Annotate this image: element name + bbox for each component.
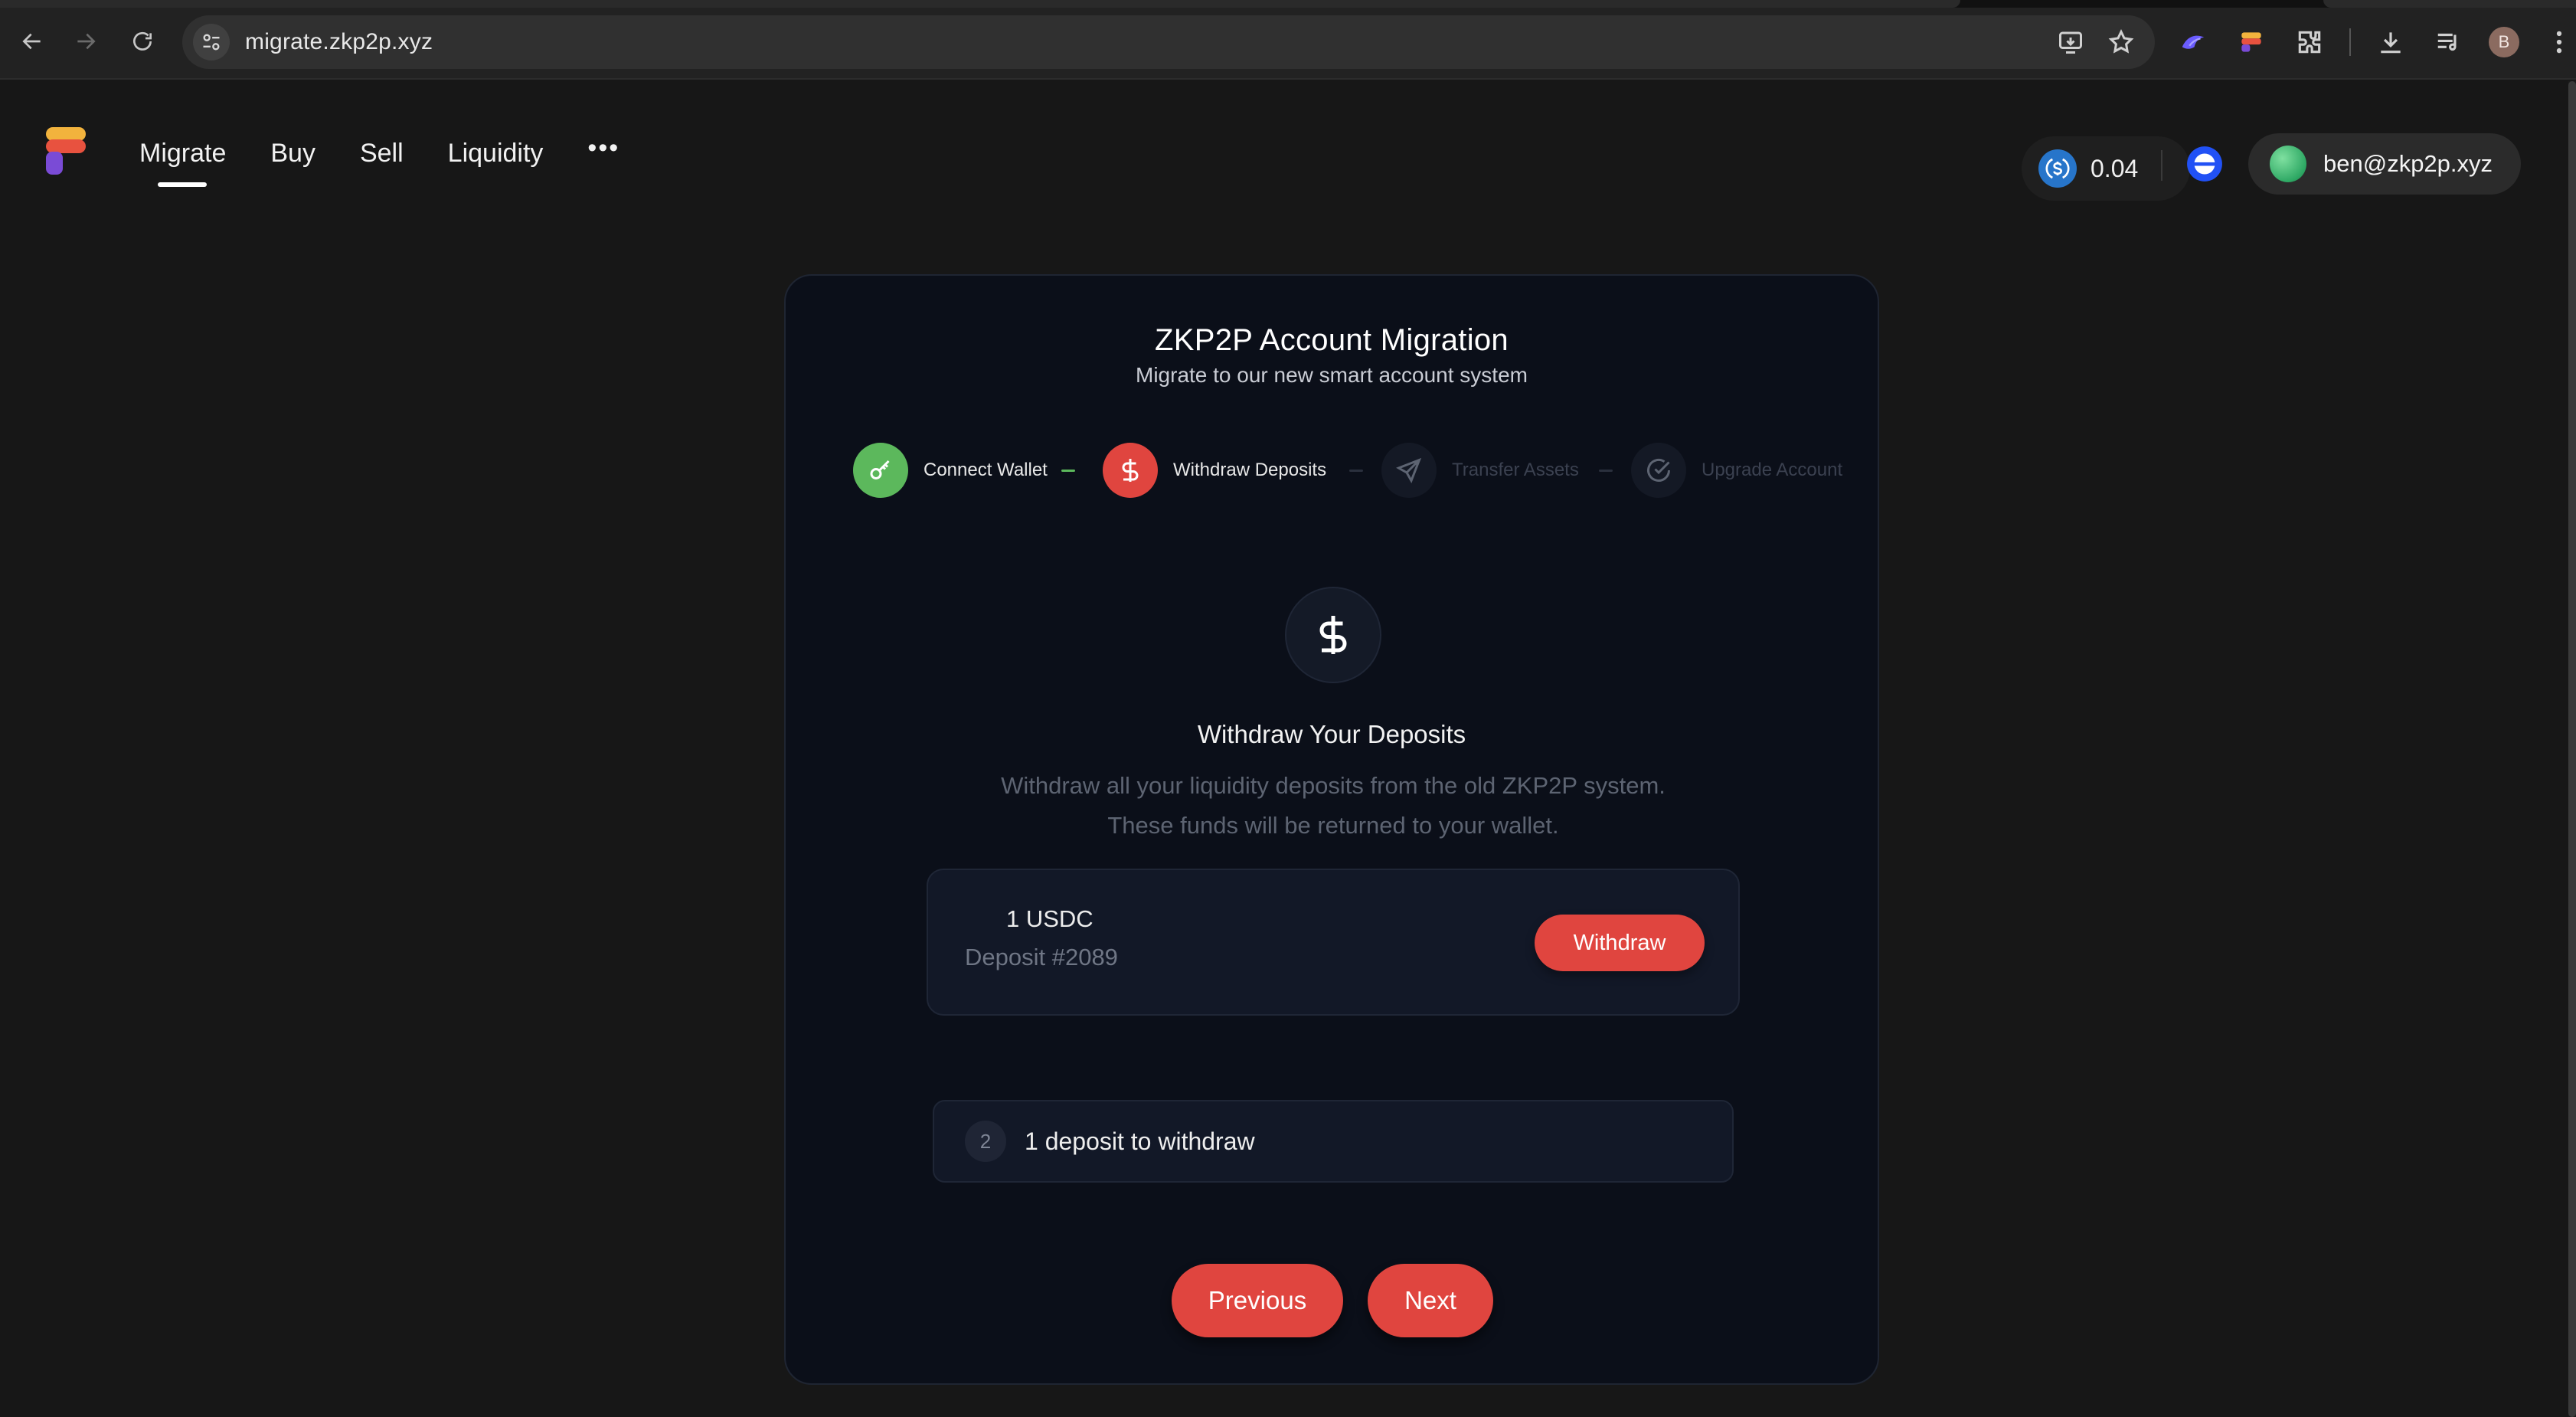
- step-transfer-assets: Transfer Assets: [1381, 443, 1579, 498]
- nav-sell[interactable]: Sell: [360, 133, 404, 173]
- more-menu-button[interactable]: •••: [587, 133, 619, 163]
- queue-music-icon: [2437, 33, 2457, 51]
- downloads-button[interactable]: [2372, 24, 2409, 61]
- back-button[interactable]: [11, 20, 54, 63]
- step-label: Transfer Assets: [1452, 460, 1579, 480]
- deposit-id: Deposit #2089: [965, 944, 1118, 970]
- usdc-icon: [2038, 149, 2077, 188]
- tune-icon: [203, 34, 220, 51]
- page-title: ZKP2P Account Migration: [1155, 323, 1509, 357]
- check-circle-icon: [1647, 459, 1670, 482]
- page-subtitle: Migrate to our new smart account system: [1136, 363, 1528, 387]
- base-network-icon[interactable]: [2185, 145, 2224, 183]
- active-tab[interactable]: [0, 0, 1960, 8]
- summary-number-badge: 2: [965, 1121, 1006, 1162]
- step-label: Upgrade Account: [1702, 460, 1843, 480]
- kebab-menu-icon: [2556, 31, 2562, 54]
- browser-chrome: migrate.zkp2p.xyz B: [0, 0, 2576, 80]
- section-description: Withdraw all your liquidity deposits fro…: [1001, 772, 1666, 839]
- main-nav: Migrate Buy Sell Liquidity •••: [139, 133, 619, 187]
- previous-button[interactable]: Previous: [1172, 1264, 1343, 1337]
- migration-card: ZKP2P Account Migration Migrate to our n…: [784, 274, 1879, 1385]
- send-icon: [1396, 457, 1422, 483]
- install-app-icon[interactable]: [2057, 28, 2084, 56]
- nav-migrate[interactable]: Migrate: [139, 133, 226, 187]
- deposit-amount: 1 USDC: [1006, 905, 1093, 932]
- profile-avatar[interactable]: B: [2489, 27, 2519, 57]
- url-text[interactable]: migrate.zkp2p.xyz: [245, 29, 433, 55]
- reload-button[interactable]: [121, 20, 164, 63]
- account-button[interactable]: ben@zkp2p.xyz: [2248, 133, 2521, 195]
- browser-menu-button[interactable]: [2541, 24, 2576, 61]
- next-button[interactable]: Next: [1368, 1264, 1493, 1337]
- step-upgrade-account: Upgrade Account: [1631, 443, 1842, 498]
- bird-extension-icon: [2182, 35, 2205, 49]
- balance-pill[interactable]: 0.04: [2022, 136, 2190, 201]
- step-connector: [1061, 470, 1075, 472]
- step-label: Withdraw Deposits: [1173, 460, 1327, 480]
- extension-zkp2p-button[interactable]: [2233, 24, 2270, 61]
- deposit-item: 1 USDC Deposit #2089 Withdraw: [927, 869, 1740, 1016]
- balance-value: 0.04: [2091, 154, 2139, 182]
- withdraw-summary: 2 1 deposit to withdraw: [933, 1100, 1734, 1183]
- inactive-tab[interactable]: [2323, 0, 2576, 8]
- step-connector: [1599, 470, 1613, 472]
- extensions-area: B: [2175, 15, 2576, 69]
- withdraw-hero-icon: [1285, 587, 1381, 683]
- tab-strip: [0, 0, 2576, 8]
- arrow-left-icon: [22, 33, 41, 50]
- withdraw-button[interactable]: Withdraw: [1535, 915, 1705, 971]
- key-icon: [870, 460, 890, 479]
- step-connect-wallet: Connect Wallet: [853, 443, 1048, 498]
- nav-buy[interactable]: Buy: [270, 133, 315, 173]
- zkp2p-extension-icon: [2241, 32, 2261, 52]
- avatar: [2270, 146, 2306, 182]
- arrow-right-icon: [77, 33, 96, 50]
- download-icon: [2381, 32, 2401, 54]
- scrollbar-thumb[interactable]: [2568, 81, 2576, 1417]
- section-title: Withdraw Your Deposits: [1197, 720, 1466, 748]
- site-info-button[interactable]: [193, 24, 230, 61]
- account-email: ben@zkp2p.xyz: [2323, 150, 2493, 177]
- nav-liquidity[interactable]: Liquidity: [448, 133, 544, 173]
- extension-bird-button[interactable]: [2175, 24, 2212, 61]
- reload-icon: [133, 31, 152, 51]
- dollar-icon: [1122, 459, 1139, 482]
- header-divider: [2161, 150, 2162, 181]
- step-circle: [1631, 443, 1686, 498]
- navigation-buttons: Previous Next: [786, 1264, 1878, 1340]
- summary-text: 1 deposit to withdraw: [1025, 1127, 1255, 1155]
- dollar-icon: [1319, 616, 1347, 654]
- toolbar-divider: [2349, 28, 2351, 56]
- zkp2p-logo-icon[interactable]: [44, 126, 87, 176]
- puzzle-icon: [2298, 31, 2321, 54]
- media-controls-button[interactable]: [2431, 24, 2467, 61]
- bookmark-star-icon[interactable]: [2107, 28, 2135, 56]
- step-circle: [1103, 443, 1158, 498]
- address-bar[interactable]: migrate.zkp2p.xyz: [182, 15, 2155, 69]
- step-withdraw-deposits: Withdraw Deposits: [1103, 443, 1326, 498]
- forward-button[interactable]: [64, 20, 107, 63]
- step-label: Connect Wallet: [924, 460, 1048, 480]
- extensions-button[interactable]: [2291, 24, 2328, 61]
- omnibox-actions: [2057, 15, 2135, 69]
- step-circle: [853, 443, 908, 498]
- stepper: Connect Wallet Withdraw Deposits Transfe…: [835, 443, 1845, 498]
- step-connector: [1349, 470, 1363, 472]
- step-circle: [1381, 443, 1437, 498]
